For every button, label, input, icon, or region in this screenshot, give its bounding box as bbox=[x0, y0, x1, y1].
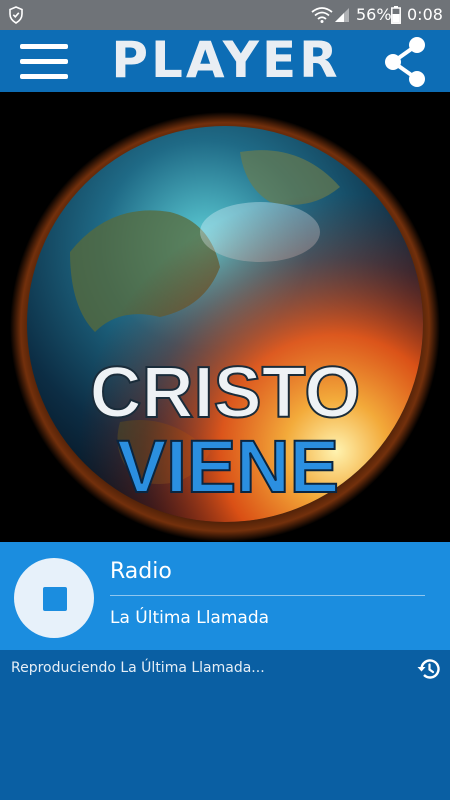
station-name: Radio bbox=[110, 559, 172, 584]
battery-percentage: 56% bbox=[356, 5, 392, 24]
clock: 0:08 bbox=[407, 5, 443, 24]
artwork-title: CRISTO VIENE bbox=[89, 352, 362, 509]
signal-icon bbox=[335, 8, 349, 22]
playback-status-bar: Reproduciendo La Última Llamada... bbox=[0, 650, 450, 690]
shield-icon bbox=[9, 6, 23, 24]
playback-status-text: Reproduciendo La Última Llamada... bbox=[11, 660, 265, 676]
stop-button[interactable] bbox=[14, 558, 94, 638]
track-title: La Última Llamada bbox=[110, 608, 270, 628]
now-playing-panel: Radio La Última Llamada bbox=[0, 542, 450, 650]
page-title: PLAYER bbox=[111, 31, 341, 89]
stop-icon bbox=[43, 587, 67, 611]
share-icon[interactable] bbox=[378, 34, 434, 90]
svg-text:VIENE: VIENE bbox=[117, 425, 339, 508]
album-artwork: CRISTO VIENE bbox=[0, 92, 450, 542]
app-bar: PLAYER bbox=[0, 30, 450, 92]
history-icon[interactable] bbox=[416, 656, 442, 682]
svg-text:CRISTO: CRISTO bbox=[90, 353, 361, 433]
wifi-icon bbox=[311, 7, 333, 23]
system-status-bar: 56% 0:08 bbox=[0, 0, 450, 30]
divider bbox=[110, 595, 425, 596]
hamburger-menu-icon[interactable] bbox=[18, 42, 70, 82]
battery-icon bbox=[391, 6, 401, 24]
